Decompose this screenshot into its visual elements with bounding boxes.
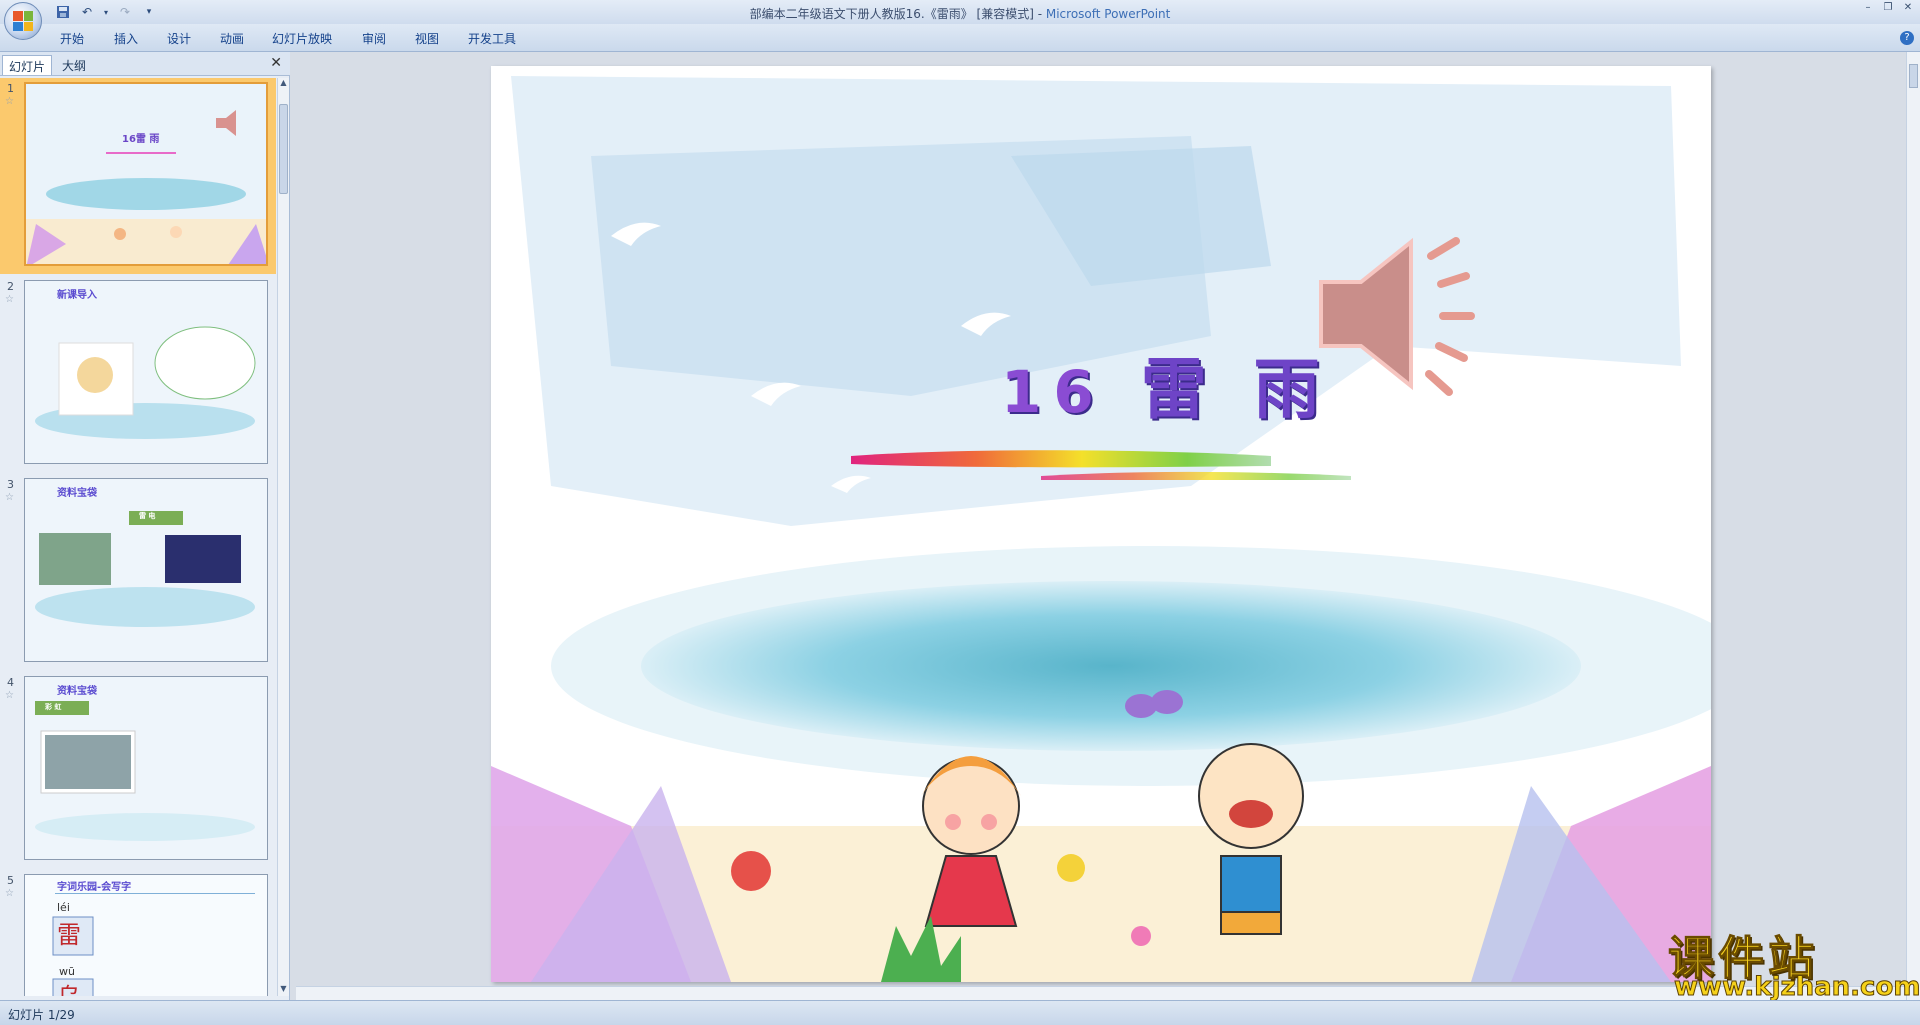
thumbnail-slide-1[interactable]: 16雷 雨	[24, 82, 268, 266]
tab-review[interactable]: 审阅	[362, 30, 386, 47]
ribbon-tabs: 开始 插入 设计 动画 幻灯片放映 审阅 视图 开发工具	[0, 24, 1920, 52]
current-slide[interactable]: 16 雷 雨	[491, 66, 1711, 982]
thumbnail-row-5[interactable]: 5 ☆ 字词乐园-会写字 léi 雷 wū 乌	[0, 870, 276, 996]
thumbnail-number: 3	[7, 478, 14, 491]
tab-design[interactable]: 设计	[167, 30, 191, 47]
close-icon[interactable]: ✕	[1900, 1, 1916, 15]
slides-pane: 幻灯片 大纲 ✕ 1 ☆ 16雷 雨 2 ☆ 新课导入 3 ☆ 资料宝袋 雷 电…	[0, 52, 290, 1000]
lesson-number: 16	[1001, 358, 1106, 426]
thumbnail-title: 资料宝袋	[57, 686, 97, 697]
office-logo-icon	[13, 11, 33, 31]
thumbnail-list: 1 ☆ 16雷 雨 2 ☆ 新课导入 3 ☆ 资料宝袋 雷 电 4 ☆ 资料宝袋…	[0, 78, 276, 996]
thumbnail-row-2[interactable]: 2 ☆ 新课导入	[0, 276, 276, 472]
editor-vertical-scrollbar[interactable]	[1906, 52, 1920, 1000]
window-controls: – ❐ ✕	[1860, 1, 1916, 15]
status-bar: 幻灯片 1/29	[0, 1000, 1920, 1025]
slide-background-art	[491, 66, 1711, 982]
thumbnail-row-3[interactable]: 3 ☆ 资料宝袋 雷 电	[0, 474, 276, 670]
thumbnail-2-art	[25, 281, 267, 463]
thumbnail-4-art	[25, 677, 267, 859]
thumbnail-slide-3[interactable]: 资料宝袋 雷 电	[24, 478, 268, 662]
thumbnail-char: 乌	[57, 983, 81, 996]
thumbnail-1-art	[26, 84, 266, 264]
editor-horizontal-scrollbar[interactable]	[296, 986, 1906, 1000]
thumbnail-pinyin: wū	[59, 965, 75, 978]
thumbnail-pinyin: léi	[57, 901, 70, 914]
animation-star-icon: ☆	[5, 294, 14, 305]
animation-star-icon: ☆	[5, 492, 14, 503]
thumbnail-char: 雷	[57, 921, 81, 949]
thumbnail-number: 4	[7, 676, 14, 689]
animation-star-icon: ☆	[5, 690, 14, 701]
lesson-title: 雷 雨	[1140, 351, 1332, 428]
tab-home[interactable]: 开始	[60, 30, 84, 47]
thumbnail-slide-5[interactable]: 字词乐园-会写字 léi 雷 wū 乌	[24, 874, 268, 996]
tab-slides[interactable]: 幻灯片	[2, 55, 53, 75]
scrollbar-thumb[interactable]	[279, 104, 288, 194]
slide-editor: 16 雷 雨	[296, 52, 1906, 1000]
slide-title[interactable]: 16 雷 雨	[1001, 336, 1332, 432]
animation-star-icon: ☆	[5, 888, 14, 899]
editor-scrollbar-thumb[interactable]	[1909, 64, 1918, 88]
window-title: 部编本二年级语文下册人教版16.《雷雨》 [兼容模式] - Microsoft …	[749, 7, 1171, 21]
thumbnail-subtitle: 雷 电	[139, 512, 156, 520]
thumbnail-number: 1	[7, 82, 14, 95]
scroll-down-icon[interactable]: ▼	[278, 984, 289, 996]
scroll-up-icon[interactable]: ▲	[278, 78, 289, 90]
slide-counter: 幻灯片 1/29	[8, 1008, 75, 1022]
help-icon[interactable]: ?	[1900, 31, 1914, 45]
title-bar: ↶ ▾ ↷ ▾ 部编本二年级语文下册人教版16.《雷雨》 [兼容模式] - Mi…	[0, 0, 1920, 40]
watermark-url: www.kjzhan.com	[1673, 972, 1920, 1003]
thumbnail-title: 资料宝袋	[57, 488, 97, 499]
tab-insert[interactable]: 插入	[114, 30, 138, 47]
thumbnail-3-art	[25, 479, 267, 661]
thumbnail-slide-4[interactable]: 资料宝袋 彩 虹	[24, 676, 268, 860]
thumbnail-scrollbar[interactable]: ▲ ▼	[277, 78, 289, 996]
restore-icon[interactable]: ❐	[1880, 1, 1896, 15]
thumbnail-slide-2[interactable]: 新课导入	[24, 280, 268, 464]
thumbnail-row-1[interactable]: 1 ☆ 16雷 雨	[0, 78, 276, 274]
tab-animations[interactable]: 动画	[220, 30, 244, 47]
thumbnail-title: 新课导入	[57, 290, 97, 301]
tab-outline[interactable]: 大纲	[56, 55, 92, 75]
pane-tabs: 幻灯片 大纲 ✕	[0, 52, 290, 76]
thumbnail-number: 5	[7, 874, 14, 887]
app-name: Microsoft PowerPoint	[1045, 7, 1171, 21]
tab-view[interactable]: 视图	[415, 30, 439, 47]
tab-developer[interactable]: 开发工具	[468, 30, 516, 47]
thumbnail-title: 16雷 雨	[122, 134, 160, 145]
office-button[interactable]	[4, 2, 42, 40]
thumbnail-number: 2	[7, 280, 14, 293]
minimize-icon[interactable]: –	[1860, 1, 1876, 15]
close-pane-icon[interactable]: ✕	[270, 55, 282, 71]
thumbnail-row-4[interactable]: 4 ☆ 资料宝袋 彩 虹	[0, 672, 276, 868]
thumbnail-title: 字词乐园-会写字	[57, 882, 132, 893]
thumbnail-subtitle: 彩 虹	[45, 703, 62, 711]
animation-star-icon: ☆	[5, 96, 14, 107]
tab-slideshow[interactable]: 幻灯片放映	[272, 30, 332, 47]
